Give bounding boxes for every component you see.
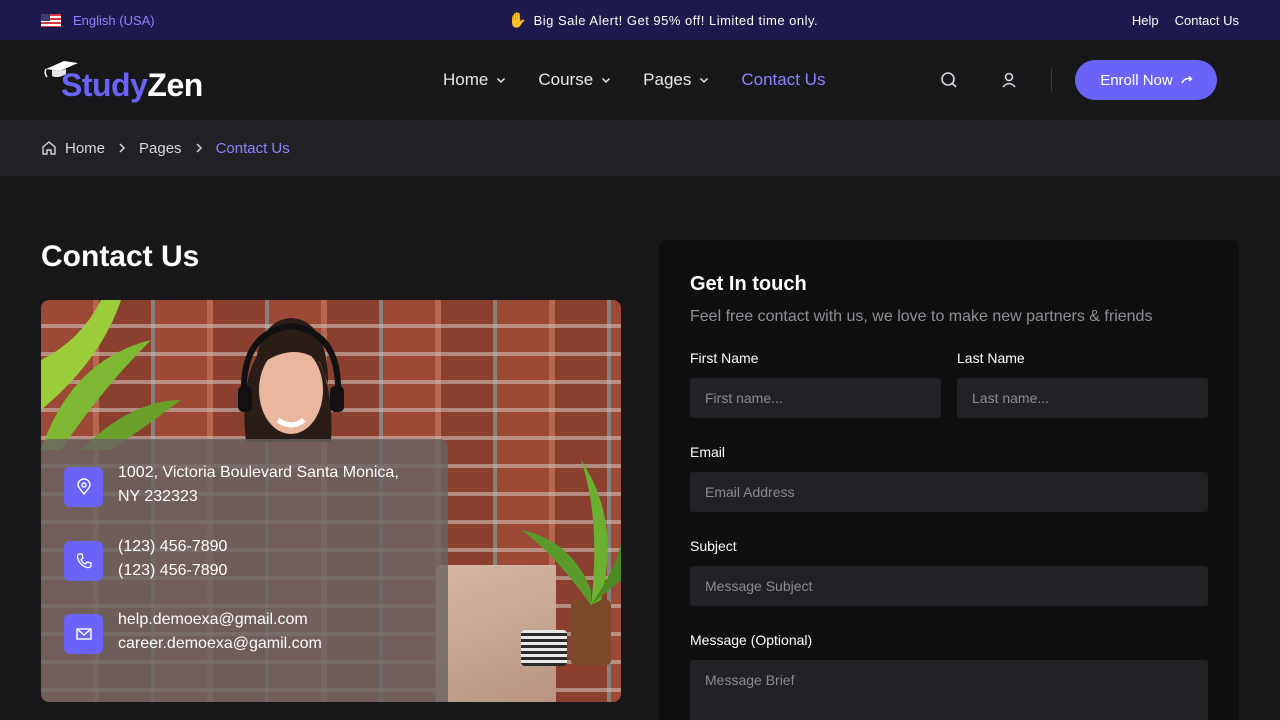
- email-label: Email: [690, 444, 726, 460]
- subject-input[interactable]: [690, 566, 1208, 606]
- chevron-down-icon: [700, 77, 709, 84]
- first-name-input[interactable]: [690, 378, 941, 418]
- nav-course-label: Course: [538, 70, 594, 89]
- name-row: First Name Last Name: [690, 350, 1208, 418]
- plant-leaves-image: [41, 300, 181, 450]
- top-bar: English (USA) ✋ Big Sale Alert! Get 95% …: [0, 0, 1280, 40]
- nav-pages[interactable]: Pages: [643, 70, 709, 90]
- envelope-icon: [64, 614, 103, 654]
- contact-photo: 1002, Victoria Boulevard Santa Monica, N…: [41, 300, 621, 702]
- address-line1: 1002, Victoria Boulevard Santa Monica,: [118, 464, 399, 481]
- phone-row: (123) 456-7890 (123) 456-7890: [64, 538, 425, 583]
- top-links: Help Contact Us: [1132, 13, 1239, 28]
- address-text: 1002, Victoria Boulevard Santa Monica, N…: [118, 461, 399, 509]
- message-group: Message (Optional): [690, 632, 1208, 720]
- address-row: 1002, Victoria Boulevard Santa Monica, N…: [64, 464, 425, 509]
- top-contact-link[interactable]: Contact Us: [1175, 13, 1239, 28]
- nav-contact-label: Contact Us: [741, 70, 826, 89]
- us-flag-icon: [41, 13, 61, 27]
- nav-home[interactable]: Home: [443, 70, 506, 90]
- message-textarea[interactable]: [690, 660, 1208, 720]
- enroll-label: Enroll Now: [1100, 71, 1173, 89]
- header-actions: [939, 68, 1053, 92]
- contact-info-card: 1002, Victoria Boulevard Santa Monica, N…: [41, 439, 448, 702]
- breadcrumb: Home Pages Contact Us: [0, 120, 1280, 176]
- breadcrumb-home[interactable]: Home: [41, 140, 105, 157]
- studyzen-logo[interactable]: StudyZen: [41, 55, 211, 105]
- breadcrumb-pages-label: Pages: [139, 139, 182, 157]
- form-title: Get In touch: [690, 273, 807, 295]
- chevron-right-icon: [196, 143, 202, 153]
- last-name-label: Last Name: [957, 350, 1025, 366]
- main-nav: Home Course Pages Contact Us: [443, 70, 825, 90]
- email-group: Email: [690, 444, 1208, 512]
- breadcrumb-current-label: Contact Us: [215, 139, 290, 157]
- promo-text: Big Sale Alert! Get 95% off! Limited tim…: [533, 12, 819, 28]
- email-text: help.demoexa@gmail.com career.demoexa@ga…: [118, 608, 322, 656]
- breadcrumb-pages[interactable]: Pages: [139, 140, 182, 157]
- form-subtitle: Feel free contact with us, we love to ma…: [690, 308, 1153, 325]
- chevron-right-icon: [119, 143, 126, 153]
- phone-1[interactable]: (123) 456-7890: [118, 535, 227, 559]
- phone-icon: [64, 541, 103, 581]
- header-divider: [1051, 68, 1053, 92]
- page-title: Contact Us: [41, 240, 200, 273]
- message-label: Message (Optional): [690, 632, 813, 648]
- nav-course[interactable]: Course: [538, 70, 611, 90]
- breadcrumb-home-label: Home: [65, 139, 106, 157]
- language-selector[interactable]: English (USA): [41, 13, 155, 28]
- address-line2: NY 232323: [118, 488, 198, 505]
- first-name-group: First Name: [690, 350, 941, 418]
- first-name-label: First Name: [690, 350, 759, 366]
- waving-hand-icon: ✋: [508, 12, 528, 29]
- nav-contact-us[interactable]: Contact Us: [741, 70, 825, 90]
- user-icon[interactable]: [999, 70, 1019, 90]
- contact-form-card: Get In touch Feel free contact with us, …: [659, 240, 1239, 720]
- potted-plant-image: [521, 460, 621, 665]
- subject-group: Subject: [690, 538, 1208, 606]
- last-name-input[interactable]: [957, 378, 1208, 418]
- logo-zen: Zen: [147, 67, 203, 103]
- nav-home-label: Home: [443, 70, 489, 89]
- main-header: StudyZen Home Course Pages Contact Us En…: [0, 40, 1280, 120]
- email-1[interactable]: help.demoexa@gmail.com: [118, 608, 322, 632]
- logo-study: Study: [61, 67, 148, 103]
- chevron-down-icon: [602, 77, 611, 84]
- promo-banner: ✋ Big Sale Alert! Get 95% off! Limited t…: [508, 11, 818, 29]
- phone-2[interactable]: (123) 456-7890: [118, 559, 227, 583]
- enroll-now-button[interactable]: Enroll Now: [1075, 60, 1218, 100]
- email-input[interactable]: [690, 472, 1208, 512]
- email-2[interactable]: career.demoexa@gamil.com: [118, 632, 322, 656]
- location-pin-icon: [64, 467, 103, 507]
- breadcrumb-current: Contact Us: [216, 140, 290, 157]
- phone-text: (123) 456-7890 (123) 456-7890: [118, 535, 227, 583]
- support-agent-image: [238, 318, 344, 442]
- logo-text: StudyZen: [61, 67, 203, 104]
- subject-label: Subject: [690, 538, 737, 554]
- nav-pages-label: Pages: [643, 70, 692, 89]
- email-row: help.demoexa@gmail.com career.demoexa@ga…: [64, 611, 425, 656]
- language-label: English (USA): [73, 12, 155, 28]
- home-icon: [42, 141, 56, 155]
- help-link[interactable]: Help: [1132, 13, 1159, 28]
- search-icon[interactable]: [939, 70, 959, 90]
- chevron-down-icon: [497, 77, 506, 84]
- curved-arrow-icon: [1181, 76, 1193, 84]
- last-name-group: Last Name: [957, 350, 1208, 418]
